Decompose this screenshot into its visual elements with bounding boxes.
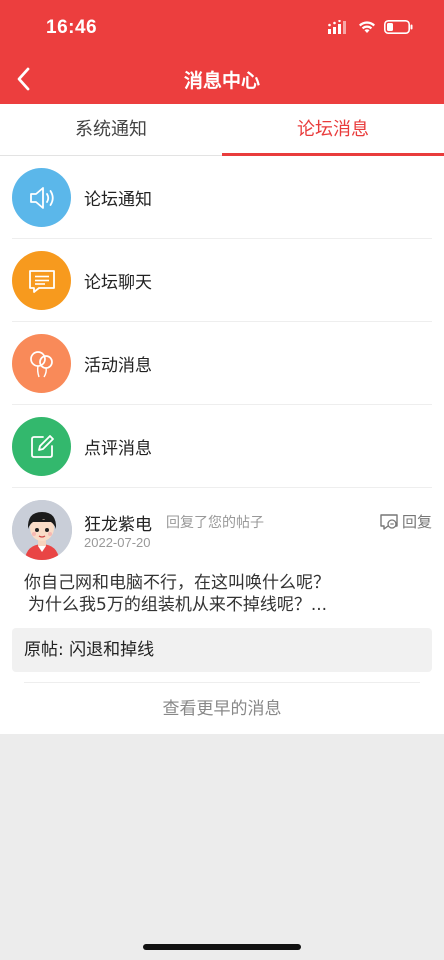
original-post-link[interactable]: 原帖: 闪退和掉线 (12, 628, 432, 672)
status-time: 16:46 (46, 17, 98, 38)
action-text: 回复了您的帖子 (166, 515, 264, 531)
cellular-signal-icon (328, 20, 346, 34)
post-content-line: 为什么我5万的组装机从来不掉线呢？... (28, 595, 328, 615)
reply-label: 回复 (401, 513, 432, 531)
reply-icon (380, 513, 398, 530)
category-label: 活动消息 (84, 356, 152, 376)
chat-bubble-icon (12, 251, 71, 310)
category-activity[interactable]: 活动消息 (0, 322, 444, 405)
category-forum-chat[interactable]: 论坛聊天 (0, 239, 444, 322)
post-content[interactable]: 你自己网和电脑不行，在这叫唤什么呢？ 为什么我5万的组装机从来不掉线呢？... (12, 562, 432, 616)
avatar[interactable] (12, 500, 72, 560)
wifi-icon (359, 21, 375, 33)
category-review[interactable]: 点评消息 (0, 405, 444, 488)
message-list: 论坛通知 论坛聊天 活动消息 点评消息 狂龙紫电 回复了您的帖子 2022-07… (0, 156, 444, 734)
reply-button[interactable]: 回复 (379, 511, 432, 532)
reply-message: 狂龙紫电 回复了您的帖子 2022-07-20 回复 你自己网和电脑不行，在这叫… (0, 488, 444, 734)
author-name[interactable]: 狂龙紫电 (84, 510, 152, 535)
category-label: 论坛通知 (84, 190, 152, 210)
balloons-icon (12, 334, 71, 393)
post-content-line: 你自己网和电脑不行，在这叫唤什么呢？ (24, 573, 330, 593)
tab-forum-messages[interactable]: 论坛消息 (222, 104, 444, 156)
post-date: 2022-07-20 (84, 535, 151, 550)
header-bar: 16:46 消息中心 (0, 0, 444, 104)
post-header: 狂龙紫电 回复了您的帖子 2022-07-20 回复 (12, 488, 432, 562)
speaker-icon (12, 168, 71, 227)
category-label: 点评消息 (84, 439, 152, 459)
status-icons (328, 20, 414, 34)
category-forum-notice[interactable]: 论坛通知 (0, 156, 444, 239)
tab-bar: 系统通知 论坛消息 (0, 104, 444, 156)
home-indicator (143, 944, 301, 950)
edit-icon (12, 417, 71, 476)
view-earlier-messages[interactable]: 查看更早的消息 (12, 682, 432, 734)
battery-icon (384, 20, 413, 34)
page-title: 消息中心 (183, 70, 260, 92)
tab-system-notice[interactable]: 系统通知 (0, 104, 222, 155)
category-label: 论坛聊天 (84, 273, 152, 293)
